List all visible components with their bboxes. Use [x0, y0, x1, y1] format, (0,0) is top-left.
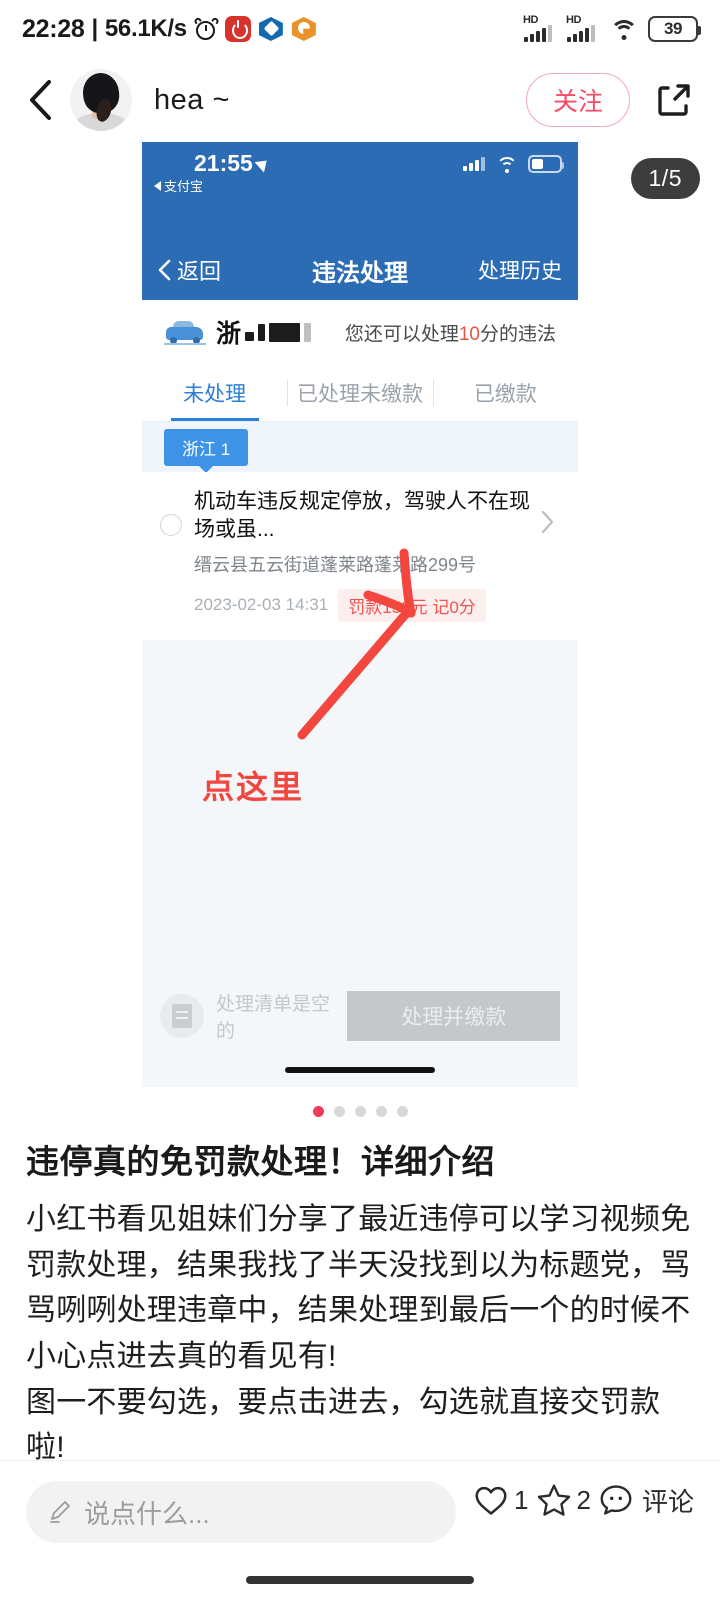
heart-icon — [475, 1486, 507, 1515]
tab-processed-unpaid[interactable]: 已处理未缴款 — [287, 364, 432, 421]
alarm-clock-icon — [193, 16, 220, 41]
battery-level: 39 — [664, 19, 682, 38]
plate-redaction — [258, 323, 266, 341]
like-button[interactable]: 1 — [472, 1481, 529, 1519]
tab-unprocessed[interactable]: 未处理 — [142, 364, 287, 421]
netease-music-icon — [224, 16, 251, 42]
ios-status-bar: 支付宝 21:55 — [142, 142, 578, 240]
system-status-bar: 22:28 | 56.1K/s HD HD 39 — [0, 0, 720, 58]
empty-list-label: 处理清单是空的 — [216, 994, 331, 1042]
location-arrow-icon — [254, 154, 272, 173]
status-bar-left: 22:28 | 56.1K/s — [22, 15, 523, 44]
annotation-text: 点这里 — [202, 768, 305, 805]
violation-title: 机动车违反规定停放，驾驶人不在现场或虽... — [194, 490, 530, 542]
ios-home-indicator — [285, 1067, 435, 1073]
license-plate: 浙 — [216, 314, 312, 350]
violation-status-tabs: 未处理 已处理未缴款 已缴款 — [142, 364, 578, 422]
chevron-right-icon[interactable] — [534, 510, 560, 534]
ios-bottom-bar: 处理清单是空的 处理并缴款 — [142, 985, 578, 1047]
car-icon — [164, 319, 206, 345]
battery-icon: 39 — [648, 16, 701, 42]
avatar[interactable] — [70, 69, 132, 131]
ios-signal-icon — [463, 157, 485, 171]
violation-fine-badge: 罚款150元 记0分 — [338, 588, 486, 622]
home-indicator — [246, 1576, 474, 1584]
status-separator: | — [91, 15, 98, 42]
follow-button[interactable]: 关注 — [525, 73, 630, 127]
ios-return-label: 支付宝 — [164, 179, 204, 194]
hd-signal-icon-1: HD — [523, 14, 557, 42]
comment-button[interactable]: 评论 — [597, 1481, 694, 1519]
plate-redaction — [304, 322, 312, 342]
ios-nav-bar: 返回 违法处理 处理历史 — [142, 240, 578, 300]
app-header: hea ~ 关注 — [0, 58, 720, 142]
like-count: 1 — [514, 1484, 529, 1515]
carousel-dot[interactable] — [396, 1106, 408, 1117]
collect-button[interactable]: 2 — [535, 1481, 591, 1519]
pencil-icon — [50, 1501, 70, 1523]
processing-history-button[interactable]: 处理历史 — [478, 255, 562, 285]
username[interactable]: hea ~ — [154, 84, 526, 117]
ios-wifi-icon — [496, 156, 517, 173]
plate-redaction — [269, 322, 301, 342]
post-paragraph-2: 图一不要勾选，要点击进去，勾选就直接交罚款啦! — [26, 1385, 661, 1465]
collect-count: 2 — [576, 1484, 591, 1515]
bottom-action-bar: 说点什么... 1 2 评论 — [0, 1460, 720, 1600]
ios-back-button[interactable]: 返回 — [158, 254, 221, 286]
carousel-dot[interactable] — [333, 1106, 345, 1117]
orange-app-icon — [291, 16, 317, 42]
ios-battery-icon — [528, 155, 564, 173]
remaining-points-value: 10 — [458, 323, 480, 345]
ios-status-right — [463, 155, 564, 173]
comment-placeholder: 说点什么... — [84, 1498, 210, 1529]
violation-row[interactable]: 机动车违反规定停放，驾驶人不在现场或虽... 缙云县五云街道蓬莱路蓬莱路299号… — [142, 488, 578, 622]
violation-checkbox[interactable] — [160, 514, 182, 536]
comment-bubble-icon — [600, 1485, 632, 1515]
plate-prefix: 浙 — [216, 320, 242, 348]
post-content: 1/5 支付宝 21:55 返回 违法处理 处理历史 浙 您还可以处理10分的违… — [0, 142, 720, 1562]
violation-card[interactable]: 机动车违反规定停放，驾驶人不在现场或虽... 缙云县五云街道蓬莱路蓬莱路299号… — [142, 472, 578, 640]
tab-paid[interactable]: 已缴款 — [432, 364, 578, 421]
violation-datetime: 2023-02-03 14:31 — [194, 595, 329, 615]
plate-redaction — [245, 332, 255, 341]
ios-time: 21:55 — [194, 150, 272, 177]
comment-label: 评论 — [641, 1486, 694, 1517]
region-group-bar: 浙江 1 — [142, 422, 578, 472]
violation-address: 缙云县五云街道蓬莱路蓬莱路299号 — [194, 554, 477, 575]
vehicle-plate-row: 浙 您还可以处理10分的违法 — [142, 300, 578, 364]
ccb-bank-icon — [258, 16, 284, 42]
status-bar-right: HD HD 39 — [523, 14, 701, 42]
violation-meta: 2023-02-03 14:31 罚款150元 记0分 — [194, 588, 534, 622]
page-counter-badge: 1/5 — [630, 158, 700, 199]
list-sheet-icon — [160, 994, 204, 1038]
network-speed: 56.1K/s — [104, 15, 187, 42]
carousel-dot[interactable] — [312, 1106, 324, 1117]
process-and-pay-button[interactable]: 处理并缴款 — [347, 991, 560, 1041]
engagement-actions: 1 2 评论 — [472, 1481, 694, 1519]
image-carousel[interactable]: 1/5 支付宝 21:55 返回 违法处理 处理历史 浙 您还可以处理10分的违… — [0, 142, 720, 1092]
carousel-dots[interactable] — [0, 1092, 720, 1123]
star-icon — [537, 1484, 570, 1516]
remaining-points-note: 您还可以处理10分的违法 — [344, 323, 556, 345]
ios-return-app: 支付宝 — [154, 176, 203, 195]
share-external-icon[interactable] — [648, 74, 700, 126]
back-chevron-icon[interactable] — [20, 78, 60, 122]
wifi-icon — [609, 17, 639, 41]
carousel-dot[interactable] — [375, 1106, 387, 1117]
ios-back-label: 返回 — [177, 259, 222, 284]
violation-details: 机动车违反规定停放，驾驶人不在现场或虽... 缙云县五云街道蓬莱路蓬莱路299号… — [194, 488, 534, 622]
hd-signal-icon-2: HD — [566, 14, 600, 42]
carousel-dot[interactable] — [354, 1106, 366, 1117]
status-time: 22:28 — [22, 14, 85, 43]
region-badge: 浙江 1 — [164, 428, 249, 466]
embedded-app-screenshot: 支付宝 21:55 返回 违法处理 处理历史 浙 您还可以处理10分的违法 未处… — [142, 142, 578, 1087]
comment-input[interactable]: 说点什么... — [26, 1481, 457, 1543]
post-paragraph-1: 小红书看见姐妹们分享了最近违停可以学习视频免罚款处理，结果我找了半天没找到以为标… — [26, 1203, 691, 1373]
post-title: 违停真的免罚款处理！详细介绍 — [26, 1143, 495, 1180]
